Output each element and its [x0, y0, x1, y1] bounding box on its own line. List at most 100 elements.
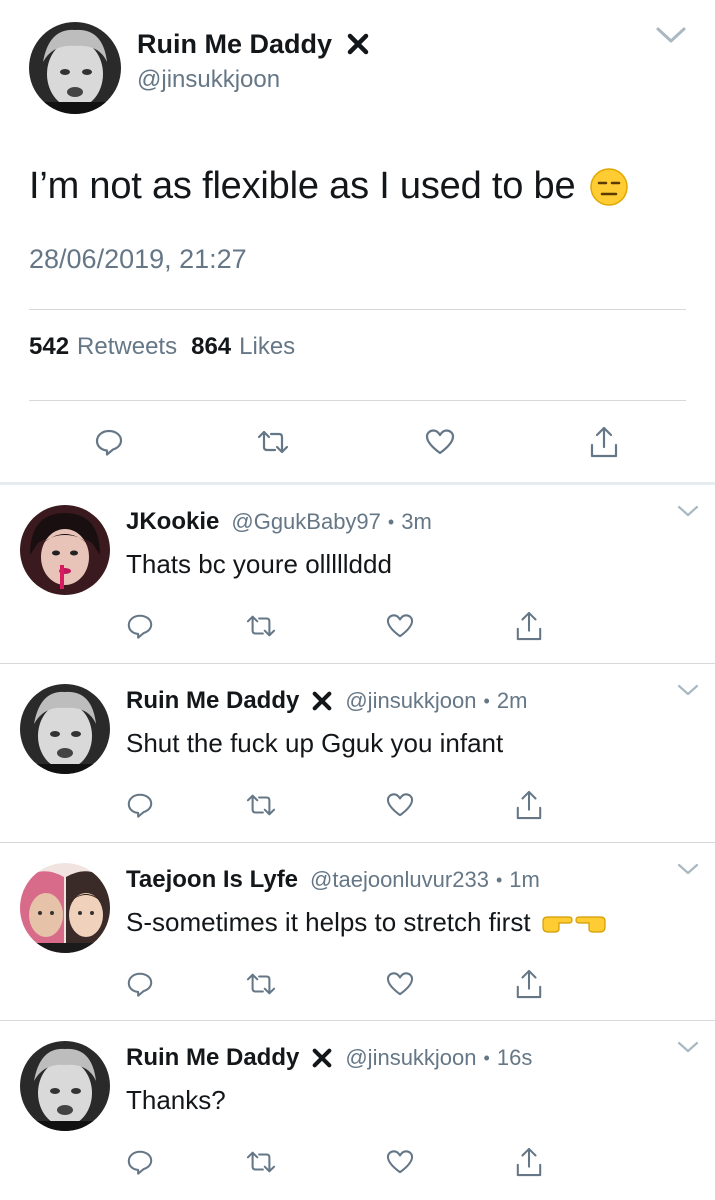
reply-action-bar: [0, 788, 715, 822]
retweet-button[interactable]: [253, 422, 293, 462]
reply-avatar[interactable]: [20, 505, 110, 595]
author-name[interactable]: Ruin Me Daddy: [137, 29, 332, 60]
retweet-button[interactable]: [244, 788, 278, 822]
x-mark-icon: [347, 33, 369, 55]
heart-icon: [386, 614, 414, 638]
reply-author-handle[interactable]: @taejoonluvur233: [310, 867, 489, 893]
reply-text: Thanks?: [126, 1085, 226, 1115]
separator-dot: •: [483, 1047, 490, 1068]
heart-icon: [386, 1150, 414, 1174]
reply-avatar[interactable]: [20, 1041, 110, 1131]
reply-author-name[interactable]: JKookie: [126, 508, 219, 536]
separator-dot: •: [483, 690, 490, 711]
tweet-stats: 542 Retweets 864 Likes: [29, 333, 295, 361]
tweet-text-row: I’m not as flexible as I used to be: [29, 165, 629, 208]
retweets-label[interactable]: Retweets: [77, 333, 177, 361]
reply-button[interactable]: [89, 422, 129, 462]
reply-time: 3m: [401, 509, 432, 534]
x-mark-icon: [312, 691, 332, 711]
like-button[interactable]: [383, 967, 417, 1001]
hand-pointing-right-emoji-icon: [541, 915, 573, 933]
share-button[interactable]: [512, 1145, 546, 1179]
retweet-icon: [246, 794, 276, 816]
reply-icon: [95, 429, 123, 456]
reply-time: 16s: [496, 1045, 533, 1070]
reply-text: Shut the fuck up Gguk you infant: [126, 728, 504, 758]
share-icon: [516, 969, 542, 999]
reply-text: Thats bc youre olllllddd: [126, 549, 392, 579]
share-icon: [516, 1147, 542, 1177]
tweet-text: I’m not as flexible as I used to be: [29, 165, 576, 207]
reply-time: 1m: [509, 867, 540, 892]
reply-header: JKookie @GgukBaby97 • 3m: [126, 507, 432, 537]
reply-button[interactable]: [123, 967, 157, 1001]
share-icon: [516, 790, 542, 820]
author-handle[interactable]: @jinsukkjoon: [137, 66, 280, 94]
reply-author-handle[interactable]: @jinsukkjoon: [345, 688, 476, 714]
reply-icon: [127, 1150, 153, 1175]
like-button[interactable]: [383, 1145, 417, 1179]
retweets-count[interactable]: 542: [29, 333, 69, 361]
heart-icon: [425, 429, 455, 455]
author-name-row: Ruin Me Daddy: [137, 26, 370, 62]
reply-avatar[interactable]: [20, 684, 110, 774]
like-button[interactable]: [420, 422, 460, 462]
author-avatar[interactable]: [29, 22, 121, 114]
reply-author-name[interactable]: Ruin Me Daddy: [126, 1044, 299, 1072]
chevron-down-icon[interactable]: [676, 1039, 700, 1055]
x-mark-icon: [312, 1048, 332, 1068]
reply-action-bar: [0, 967, 715, 1001]
reply-text-row: S-sometimes it helps to stretch first: [126, 907, 607, 938]
retweet-icon: [246, 1151, 276, 1173]
reply-text: S-sometimes it helps to stretch first: [126, 907, 531, 937]
reply-tweet[interactable]: Ruin Me Daddy @jinsukkjoon • 16s Thanks?: [0, 1021, 715, 1199]
reply-tweet[interactable]: Ruin Me Daddy @jinsukkjoon • 2m Shut the…: [0, 664, 715, 842]
divider: [29, 400, 686, 401]
reply-author-name[interactable]: Ruin Me Daddy: [126, 687, 299, 715]
reply-icon: [127, 972, 153, 997]
reply-author-name[interactable]: Taejoon Is Lyfe: [126, 866, 298, 894]
tweet-action-bar: [0, 422, 715, 462]
retweet-button[interactable]: [244, 967, 278, 1001]
retweet-icon: [257, 430, 289, 454]
reply-icon: [127, 614, 153, 639]
reply-header: Taejoon Is Lyfe @taejoonluvur233 • 1m: [126, 865, 540, 895]
reply-tweet[interactable]: Taejoon Is Lyfe @taejoonluvur233 • 1m S-…: [0, 843, 715, 1021]
chevron-down-icon[interactable]: [655, 24, 687, 46]
reply-header: Ruin Me Daddy @jinsukkjoon • 16s: [126, 1043, 532, 1073]
reply-author-handle[interactable]: @GgukBaby97: [231, 509, 381, 535]
like-button[interactable]: [383, 609, 417, 643]
reply-tweet[interactable]: JKookie @GgukBaby97 • 3m Thats bc youre …: [0, 485, 715, 663]
likes-label[interactable]: Likes: [239, 333, 295, 361]
reply-avatar[interactable]: [20, 863, 110, 953]
tweet-timestamp: 28/06/2019, 21:27: [29, 244, 247, 274]
heart-icon: [386, 972, 414, 996]
retweet-button[interactable]: [244, 1145, 278, 1179]
share-icon: [590, 426, 618, 458]
share-button[interactable]: [512, 609, 546, 643]
reply-time: 2m: [496, 688, 528, 713]
share-button[interactable]: [512, 788, 546, 822]
retweet-button[interactable]: [244, 609, 278, 643]
expressionless-face-emoji-icon: [590, 167, 629, 206]
separator-dot: •: [387, 511, 395, 532]
share-button[interactable]: [584, 422, 624, 462]
heart-icon: [386, 793, 414, 817]
reply-button[interactable]: [123, 1145, 157, 1179]
share-icon: [516, 611, 542, 641]
like-button[interactable]: [383, 788, 417, 822]
reply-icon: [127, 793, 153, 818]
reply-button[interactable]: [123, 609, 157, 643]
main-tweet: Ruin Me Daddy @jinsukkjoon I’m not as fl…: [0, 0, 715, 482]
chevron-down-icon[interactable]: [676, 861, 700, 877]
chevron-down-icon[interactable]: [676, 682, 700, 698]
likes-count[interactable]: 864: [191, 333, 231, 361]
chevron-down-icon[interactable]: [676, 503, 700, 519]
reply-button[interactable]: [123, 788, 157, 822]
retweet-icon: [246, 973, 276, 995]
share-button[interactable]: [512, 967, 546, 1001]
reply-action-bar: [0, 1145, 715, 1179]
reply-action-bar: [0, 609, 715, 643]
reply-author-handle[interactable]: @jinsukkjoon: [345, 1045, 476, 1071]
separator-dot: •: [495, 869, 503, 890]
